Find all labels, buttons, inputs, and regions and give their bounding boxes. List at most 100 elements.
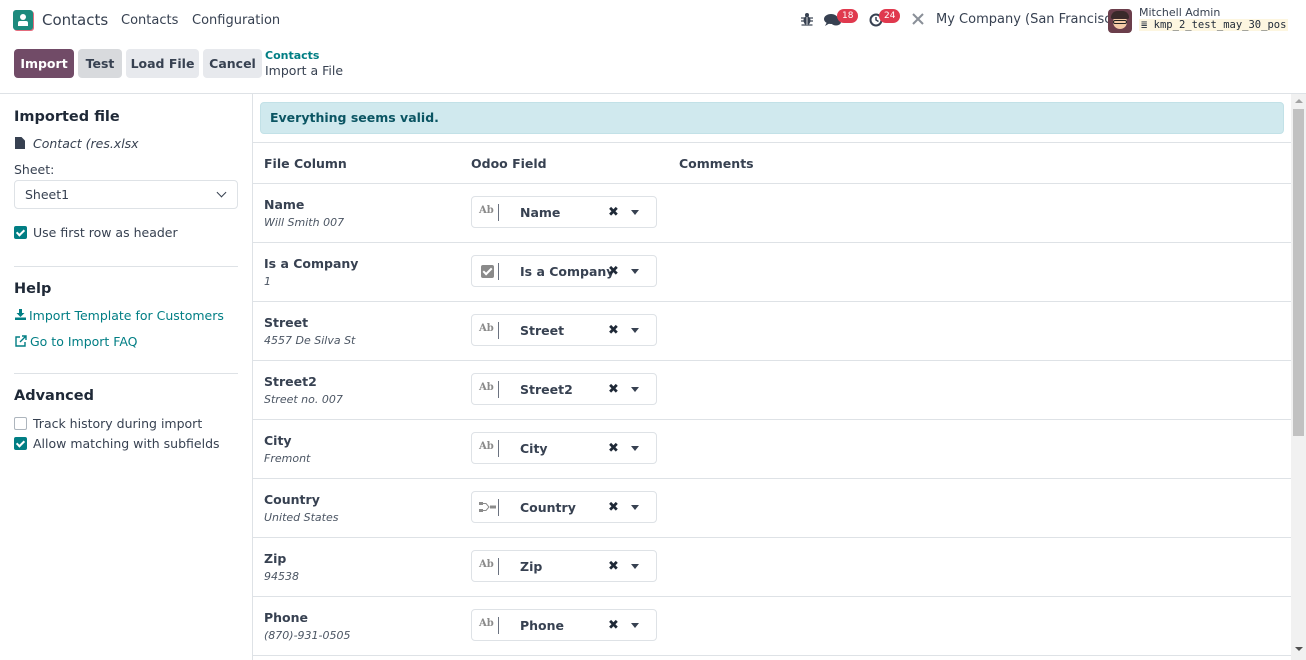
file-column-sample: United States: [264, 511, 339, 524]
boolean-field-icon: [481, 265, 494, 278]
validation-alert: Everything seems valid.: [260, 102, 1284, 134]
odoo-field-select[interactable]: Ab Street ✖: [471, 314, 657, 346]
clear-icon[interactable]: ✖: [608, 264, 619, 279]
import-template-link[interactable]: Import Template for Customers: [29, 308, 224, 323]
odoo-field-value: Is a Company: [520, 264, 615, 279]
advanced-title: Advanced: [14, 388, 94, 404]
caret-down-icon[interactable]: [631, 328, 639, 333]
file-column-sample: Street no. 007: [264, 393, 343, 406]
table-row: Is a Company 1 Is a Company ✖: [253, 243, 1291, 302]
file-column-sample: (870)-931-0505: [264, 629, 351, 642]
table-row: City Fremont Ab City ✖: [253, 420, 1291, 479]
file-column-sample: 1: [264, 275, 271, 288]
clear-icon[interactable]: ✖: [608, 559, 619, 574]
bug-icon[interactable]: [801, 12, 813, 26]
odoo-field-select[interactable]: Is a Company ✖: [471, 255, 657, 287]
scroll-thumb[interactable]: [1293, 109, 1304, 436]
imported-file-name: Contact (res.xlsx: [33, 136, 139, 151]
odoo-field-value: City: [520, 441, 548, 456]
tools-icon[interactable]: [911, 12, 925, 26]
caret-down-icon[interactable]: [631, 505, 639, 510]
text-field-icon: Ab: [479, 205, 494, 216]
clear-icon[interactable]: ✖: [608, 323, 619, 338]
file-column-name: City: [264, 433, 292, 448]
file-column-sample: 4557 De Silva St: [264, 334, 356, 347]
load-file-button[interactable]: Load File: [126, 49, 199, 78]
app-name[interactable]: Contacts: [42, 11, 108, 29]
allow-matching-checkbox[interactable]: [14, 437, 27, 450]
use-first-row-label[interactable]: Use first row as header: [33, 225, 178, 240]
download-icon: [15, 309, 26, 320]
relation-field-icon: [479, 502, 496, 512]
field-type-separator: [498, 499, 499, 516]
test-button[interactable]: Test: [78, 49, 122, 78]
odoo-field-select[interactable]: Ab Zip ✖: [471, 550, 657, 582]
breadcrumb-contacts[interactable]: Contacts: [265, 49, 319, 62]
chevron-down-icon: [216, 187, 227, 198]
odoo-field-value: Phone: [520, 618, 565, 633]
scroll-down-arrow[interactable]: [1295, 647, 1303, 651]
clear-icon[interactable]: ✖: [608, 441, 619, 456]
header-comments: Comments: [679, 156, 754, 171]
file-column-name: Zip: [264, 551, 287, 566]
caret-down-icon[interactable]: [631, 269, 639, 274]
import-button[interactable]: Import: [14, 49, 74, 78]
table-row: Street 4557 De Silva St Ab Street ✖: [253, 302, 1291, 361]
header-file-column: File Column: [264, 156, 347, 171]
caret-down-icon[interactable]: [631, 387, 639, 392]
field-type-separator: [498, 204, 499, 221]
file-column-name: Street2: [264, 374, 317, 389]
sheet-label: Sheet:: [14, 162, 55, 177]
file-column-name: Is a Company: [264, 256, 359, 271]
sheet-select-value: Sheet1: [25, 187, 70, 202]
help-title: Help: [14, 281, 52, 297]
clear-icon[interactable]: ✖: [608, 500, 619, 515]
track-history-label[interactable]: Track history during import: [33, 416, 202, 431]
field-type-separator: [498, 263, 499, 280]
caret-down-icon[interactable]: [631, 623, 639, 628]
odoo-field-value: Street: [520, 323, 565, 338]
clear-icon[interactable]: ✖: [608, 618, 619, 633]
import-faq-link[interactable]: Go to Import FAQ: [30, 334, 138, 349]
odoo-field-select[interactable]: Ab Name ✖: [471, 196, 657, 228]
field-type-separator: [498, 558, 499, 575]
import-options-sidebar: [0, 94, 252, 660]
menu-contacts[interactable]: Contacts: [121, 13, 178, 28]
caret-down-icon[interactable]: [631, 210, 639, 215]
menu-configuration[interactable]: Configuration: [192, 13, 280, 28]
odoo-field-value: Country: [520, 500, 576, 515]
table-header: File Column Odoo Field Comments: [253, 142, 1291, 184]
cancel-button[interactable]: Cancel: [203, 49, 262, 78]
clear-icon[interactable]: ✖: [608, 382, 619, 397]
caret-down-icon[interactable]: [631, 446, 639, 451]
field-type-separator: [498, 440, 499, 457]
scroll-up-arrow[interactable]: [1295, 99, 1303, 103]
file-column-name: Phone: [264, 610, 309, 625]
odoo-field-select[interactable]: Country ✖: [471, 491, 657, 523]
clear-icon[interactable]: ✖: [608, 205, 619, 220]
table-row: Street2 Street no. 007 Ab Street2 ✖: [253, 361, 1291, 420]
table-row: Zip 94538 Ab Zip ✖: [253, 538, 1291, 597]
odoo-field-select[interactable]: Ab Street2 ✖: [471, 373, 657, 405]
file-column-name: Country: [264, 492, 320, 507]
track-history-checkbox[interactable]: [14, 417, 27, 430]
company-switcher[interactable]: My Company (San Francisco): [936, 12, 1124, 27]
vertical-scrollbar[interactable]: [1291, 94, 1306, 660]
allow-matching-label[interactable]: Allow matching with subfields: [33, 436, 220, 451]
field-type-separator: [498, 322, 499, 339]
database-name-text: kmp_2_test_may_30_pos: [1153, 19, 1287, 31]
user-avatar[interactable]: [1108, 9, 1132, 33]
use-first-row-checkbox[interactable]: [14, 226, 27, 239]
external-link-icon: [15, 335, 27, 347]
text-field-icon: Ab: [479, 323, 494, 334]
sheet-select[interactable]: Sheet1: [14, 180, 238, 209]
odoo-field-select[interactable]: Ab Phone ✖: [471, 609, 657, 641]
odoo-field-select[interactable]: Ab City ✖: [471, 432, 657, 464]
caret-down-icon[interactable]: [631, 564, 639, 569]
text-field-icon: Ab: [479, 382, 494, 393]
messages-badge: 18: [837, 9, 859, 23]
table-row: Country United States Country ✖: [253, 479, 1291, 538]
header-odoo-field: Odoo Field: [471, 156, 547, 171]
contacts-app-icon[interactable]: [13, 10, 33, 30]
user-name[interactable]: Mitchell Admin: [1139, 6, 1220, 19]
